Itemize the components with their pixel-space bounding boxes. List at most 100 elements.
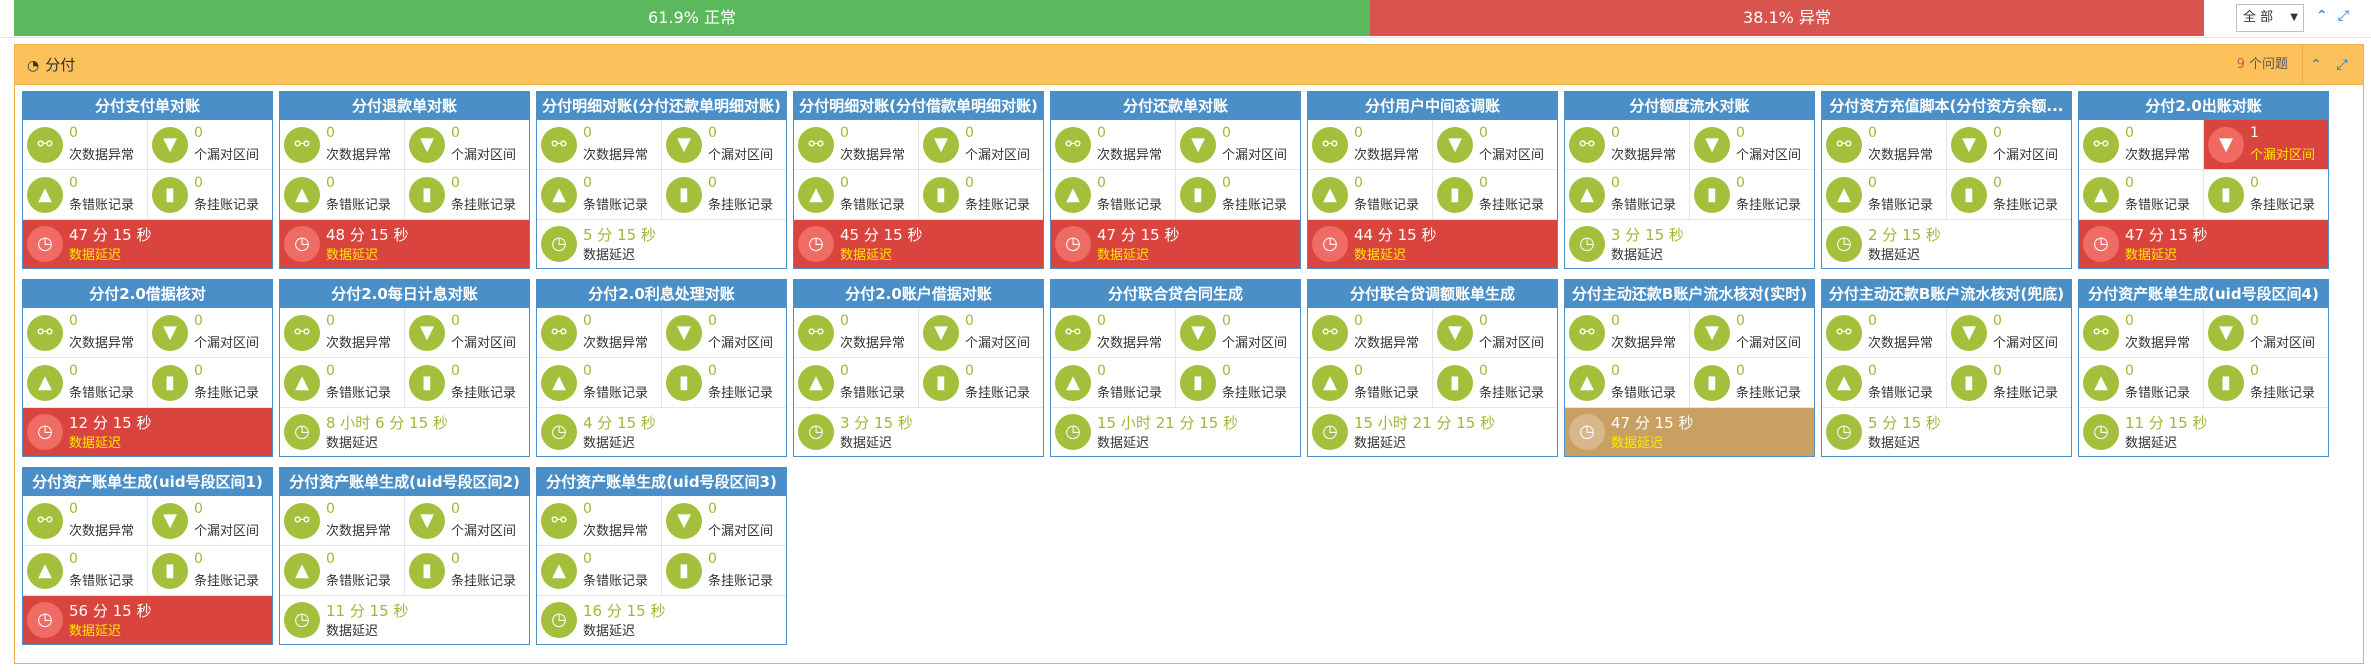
card-title[interactable]: 分付用户中间态调账 [1308,92,1557,120]
anomaly-cell[interactable]: ⚯ 0 次数据异常 [1822,308,1947,358]
pending-cell[interactable]: ▮ 0 条挂账记录 [662,170,786,220]
delay-cell[interactable]: ◷ 11 分 15 秒数据延迟 [2079,408,2328,456]
missing-cell[interactable]: ▼ 0 个漏对区间 [148,308,272,358]
pending-cell[interactable]: ▮ 0 条挂账记录 [405,546,529,596]
delay-cell[interactable]: ◷ 11 分 15 秒数据延迟 [280,596,529,644]
missing-cell[interactable]: ▼ 0 个漏对区间 [919,120,1043,170]
expand-icon[interactable]: ⤢ [2329,57,2355,73]
missing-cell[interactable]: ▼ 0 个漏对区间 [662,308,786,358]
card-title[interactable]: 分付资产账单生成(uid号段区间2) [280,468,529,496]
delay-cell[interactable]: ◷ 3 分 15 秒数据延迟 [794,408,1043,456]
reconciliation-card[interactable]: 分付资产账单生成(uid号段区间2) ⚯ 0 次数据异常 ▼ 0 个漏对区间 ▲ 0 条错账记录 ▮… [279,467,530,645]
reconciliation-card[interactable]: 分付主动还款B账户流水核对(实时) ⚯ 0 次数据异常 ▼ 0 个漏对区间 ▲ 0 条错账记录 ▮ 0… [1564,279,1815,457]
reconciliation-card[interactable]: 分付联合贷合同生成 ⚯ 0 次数据异常 ▼ 0 个漏对区间 ▲ 0 条错账记录 ▮ 0 条挂账记录 ◷ 15… [1050,279,1301,457]
anomaly-cell[interactable]: ⚯ 0 次数据异常 [1308,308,1433,358]
anomaly-cell[interactable]: ⚯ 0 次数据异常 [2079,308,2204,358]
card-title[interactable]: 分付2.0借据核对 [23,280,272,308]
expand-icon[interactable]: ⤢ [2338,8,2349,24]
pending-cell[interactable]: ▮ 0 条挂账记录 [919,170,1043,220]
errors-cell[interactable]: ▲ 0 条错账记录 [1565,170,1690,220]
anomaly-cell[interactable]: ⚯ 0 次数据异常 [1565,308,1690,358]
reconciliation-card[interactable]: 分付支付单对账 ⚯ 0 次数据异常 ▼ 0 个漏对区间 ▲ 0 条错账记录 ▮ 0 条挂账记录 ◷ 47 分… [22,91,273,269]
reconciliation-card[interactable]: 分付2.0账户借据对账 ⚯ 0 次数据异常 ▼ 0 个漏对区间 ▲ 0 条错账记录 ▮ 0 条挂账记录 ◷… [793,279,1044,457]
pending-cell[interactable]: ▮ 0 条挂账记录 [148,546,272,596]
anomaly-cell[interactable]: ⚯ 0 次数据异常 [537,496,662,546]
errors-cell[interactable]: ▲ 0 条错账记录 [2079,170,2204,220]
card-title[interactable]: 分付主动还款B账户流水核对(实时) [1565,280,1814,308]
card-title[interactable]: 分付退款单对账 [280,92,529,120]
reconciliation-card[interactable]: 分付资方充值脚本(分付资方余额... ⚯ 0 次数据异常 ▼ 0 个漏对区间 ▲ 0 条错账记录 ▮… [1821,91,2072,269]
missing-cell[interactable]: ▼ 0 个漏对区间 [662,496,786,546]
anomaly-cell[interactable]: ⚯ 0 次数据异常 [1051,308,1176,358]
delay-cell[interactable]: ◷ 2 分 15 秒数据延迟 [1822,220,2071,268]
errors-cell[interactable]: ▲ 0 条错账记录 [2079,358,2204,408]
missing-cell[interactable]: ▼ 0 个漏对区间 [662,120,786,170]
anomaly-cell[interactable]: ⚯ 0 次数据异常 [537,308,662,358]
delay-cell[interactable]: ◷ 56 分 15 秒数据延迟 [23,596,272,644]
errors-cell[interactable]: ▲ 0 条错账记录 [23,546,148,596]
pending-cell[interactable]: ▮ 0 条挂账记录 [1947,358,2071,408]
errors-cell[interactable]: ▲ 0 条错账记录 [23,358,148,408]
delay-cell[interactable]: ◷ 47 分 15 秒数据延迟 [2079,220,2328,268]
anomaly-cell[interactable]: ⚯ 0 次数据异常 [1565,120,1690,170]
reconciliation-card[interactable]: 分付用户中间态调账 ⚯ 0 次数据异常 ▼ 0 个漏对区间 ▲ 0 条错账记录 ▮ 0 条挂账记录 ◷ 44… [1307,91,1558,269]
errors-cell[interactable]: ▲ 0 条错账记录 [1051,170,1176,220]
errors-cell[interactable]: ▲ 0 条错账记录 [537,358,662,408]
pending-cell[interactable]: ▮ 0 条挂账记录 [405,358,529,408]
reconciliation-card[interactable]: 分付还款单对账 ⚯ 0 次数据异常 ▼ 0 个漏对区间 ▲ 0 条错账记录 ▮ 0 条挂账记录 ◷ 47 分… [1050,91,1301,269]
missing-cell[interactable]: ▼ 0 个漏对区间 [405,308,529,358]
card-title[interactable]: 分付资方充值脚本(分付资方余额... [1822,92,2071,120]
missing-cell[interactable]: ▼ 0 个漏对区间 [1433,120,1557,170]
delay-cell[interactable]: ◷ 44 分 15 秒数据延迟 [1308,220,1557,268]
pending-cell[interactable]: ▮ 0 条挂账记录 [1433,170,1557,220]
delay-cell[interactable]: ◷ 4 分 15 秒数据延迟 [537,408,786,456]
missing-cell[interactable]: ▼ 0 个漏对区间 [1690,120,1814,170]
pending-cell[interactable]: ▮ 0 条挂账记录 [662,546,786,596]
missing-cell[interactable]: ▼ 0 个漏对区间 [405,120,529,170]
card-title[interactable]: 分付2.0账户借据对账 [794,280,1043,308]
card-title[interactable]: 分付支付单对账 [23,92,272,120]
card-title[interactable]: 分付主动还款B账户流水核对(兜底) [1822,280,2071,308]
reconciliation-card[interactable]: 分付明细对账(分付还款单明细对账) ⚯ 0 次数据异常 ▼ 0 个漏对区间 ▲ 0 条错账记录 ▮ 0… [536,91,787,269]
card-title[interactable]: 分付还款单对账 [1051,92,1300,120]
delay-cell[interactable]: ◷ 12 分 15 秒数据延迟 [23,408,272,456]
anomaly-cell[interactable]: ⚯ 0 次数据异常 [280,496,405,546]
anomaly-cell[interactable]: ⚯ 0 次数据异常 [23,496,148,546]
errors-cell[interactable]: ▲ 0 条错账记录 [537,546,662,596]
card-title[interactable]: 分付资产账单生成(uid号段区间4) [2079,280,2328,308]
errors-cell[interactable]: ▲ 0 条错账记录 [1565,358,1690,408]
scope-select[interactable]: 全 部 ▼ [2236,4,2304,32]
card-title[interactable]: 分付明细对账(分付还款单明细对账) [537,92,786,120]
pending-cell[interactable]: ▮ 0 条挂账记录 [405,170,529,220]
errors-cell[interactable]: ▲ 0 条错账记录 [1822,170,1947,220]
card-title[interactable]: 分付联合贷调额账单生成 [1308,280,1557,308]
missing-cell[interactable]: ▼ 0 个漏对区间 [148,120,272,170]
delay-cell[interactable]: ◷ 3 分 15 秒数据延迟 [1565,220,1814,268]
issue-count[interactable]: 9 个问题 [2229,45,2303,85]
reconciliation-card[interactable]: 分付资产账单生成(uid号段区间4) ⚯ 0 次数据异常 ▼ 0 个漏对区间 ▲ 0 条错账记录 ▮… [2078,279,2329,457]
errors-cell[interactable]: ▲ 0 条错账记录 [280,170,405,220]
anomaly-cell[interactable]: ⚯ 0 次数据异常 [2079,120,2204,170]
missing-cell[interactable]: ▼ 0 个漏对区间 [1176,120,1300,170]
card-title[interactable]: 分付2.0出账对账 [2079,92,2328,120]
reconciliation-card[interactable]: 分付主动还款B账户流水核对(兜底) ⚯ 0 次数据异常 ▼ 0 个漏对区间 ▲ 0 条错账记录 ▮ 0… [1821,279,2072,457]
reconciliation-card[interactable]: 分付资产账单生成(uid号段区间1) ⚯ 0 次数据异常 ▼ 0 个漏对区间 ▲ 0 条错账记录 ▮… [22,467,273,645]
missing-cell[interactable]: ▼ 0 个漏对区间 [1690,308,1814,358]
errors-cell[interactable]: ▲ 0 条错账记录 [280,358,405,408]
pending-cell[interactable]: ▮ 0 条挂账记录 [148,358,272,408]
normal-segment[interactable]: 61.9% 正常 [14,0,1370,36]
missing-cell[interactable]: ▼ 0 个漏对区间 [1947,120,2071,170]
card-title[interactable]: 分付2.0利息处理对账 [537,280,786,308]
delay-cell[interactable]: ◷ 5 分 15 秒数据延迟 [537,220,786,268]
delay-cell[interactable]: ◷ 47 分 15 秒数据延迟 [1565,408,1814,456]
anomaly-cell[interactable]: ⚯ 0 次数据异常 [1308,120,1433,170]
missing-cell[interactable]: ▼ 0 个漏对区间 [1433,308,1557,358]
errors-cell[interactable]: ▲ 0 条错账记录 [537,170,662,220]
reconciliation-card[interactable]: 分付资产账单生成(uid号段区间3) ⚯ 0 次数据异常 ▼ 0 个漏对区间 ▲ 0 条错账记录 ▮… [536,467,787,645]
chevron-up-icon[interactable]: ⌃ [2316,8,2328,24]
card-title[interactable]: 分付联合贷合同生成 [1051,280,1300,308]
anomaly-cell[interactable]: ⚯ 0 次数据异常 [537,120,662,170]
anomaly-cell[interactable]: ⚯ 0 次数据异常 [1051,120,1176,170]
delay-cell[interactable]: ◷ 48 分 15 秒数据延迟 [280,220,529,268]
delay-cell[interactable]: ◷ 8 小时 6 分 15 秒数据延迟 [280,408,529,456]
